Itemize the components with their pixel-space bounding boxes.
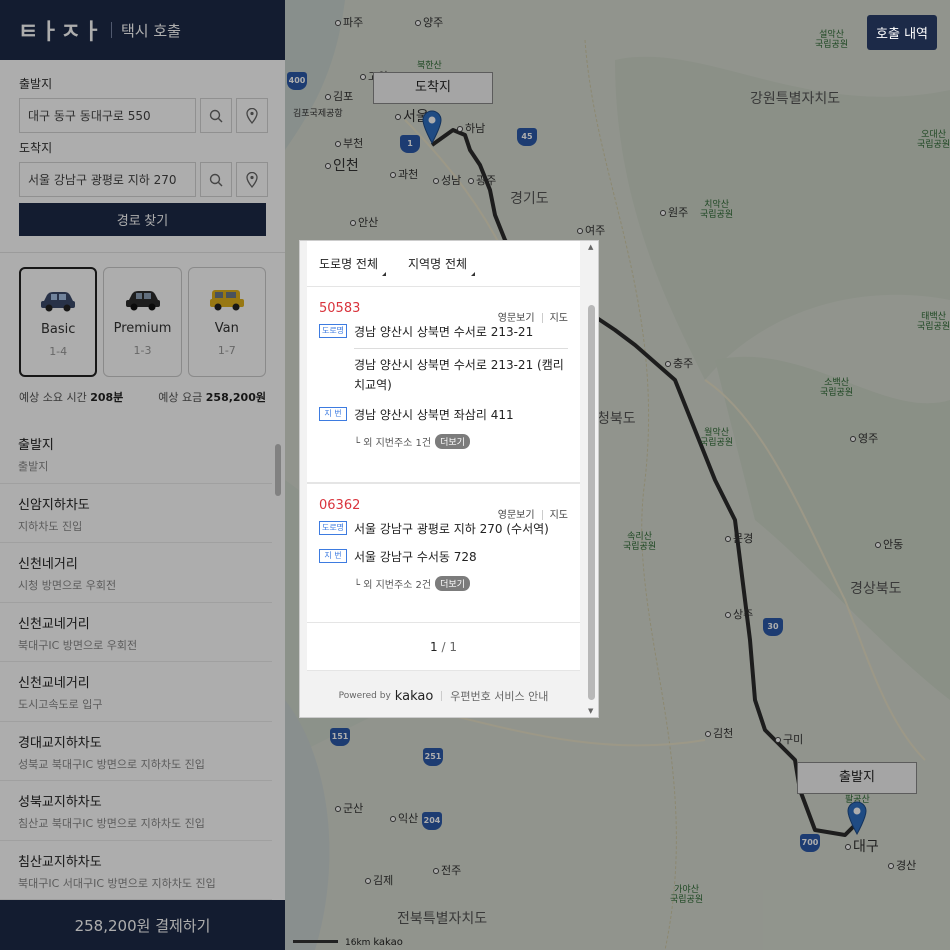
scroll-up-icon[interactable]: ▲ [588,243,593,251]
road-address[interactable]: 경남 양산시 상북면 수서로 213-21 [354,322,533,342]
total-pages: 1 [449,639,457,654]
jibun-address-tag: 지 번 [319,549,347,563]
english-view-link[interactable]: 영문보기 [498,510,535,521]
postcode-filters: 도로명 전체 지역명 전체 [307,241,580,287]
pagination: 1 / 1 [307,623,580,671]
extra-jibun: └ 외 지번주소 2건 더보기 [354,576,568,591]
road-address-tag: 도로명 [319,324,347,338]
jibun-address-tag: 지 번 [319,407,347,421]
call-history-button[interactable]: 호출 내역 [867,15,937,50]
road-name-filter[interactable]: 도로명 전체 [319,255,387,276]
powered-by-footer: Powered by kakao 우편번호 서비스 안내 [338,688,549,704]
region-filter[interactable]: 지역명 전체 [408,255,476,276]
jibun-address[interactable]: 서울 강남구 수서동 728 [354,547,477,567]
current-page[interactable]: 1 [430,640,438,654]
postcode-search-popup: 도로명 전체 지역명 전체 50583 영문보기 지도 도로명 경남 양산시 상북… [299,240,599,718]
more-button[interactable]: 더보기 [435,434,470,449]
result-links: 영문보기 지도 [498,309,568,324]
postcode-service-guide-link[interactable]: 우편번호 서비스 안내 [450,688,548,704]
extra-jibun: └ 외 지번주소 1건 더보기 [354,434,568,449]
english-view-link[interactable]: 영문보기 [498,313,535,324]
address-divider [354,348,568,349]
map-link[interactable]: 지도 [550,313,568,324]
jibun-address[interactable]: 경남 양산시 상북면 좌삼리 411 [354,405,514,425]
scroll-thumb[interactable] [588,305,595,700]
kakao-logo: kakao [394,688,434,704]
more-button[interactable]: 더보기 [435,576,470,591]
road-address-alt[interactable]: 경남 양산시 상북면 수서로 213-21 (캠리치교역) [354,355,568,395]
result-links: 영문보기 지도 [498,506,568,521]
road-address-tag: 도로명 [319,521,347,535]
road-address[interactable]: 서울 강남구 광평로 지하 270 (수서역) [354,519,549,539]
scroll-down-icon[interactable]: ▼ [588,707,593,715]
postcode-result: 06362 영문보기 지도 도로명 서울 강남구 광평로 지하 270 (수서역)… [307,483,580,623]
postcode-result: 50583 영문보기 지도 도로명 경남 양산시 상북면 수서로 213-21 경… [307,287,580,483]
map-link[interactable]: 지도 [550,510,568,521]
popup-scrollbar[interactable]: ▲ ▼ [585,241,598,717]
